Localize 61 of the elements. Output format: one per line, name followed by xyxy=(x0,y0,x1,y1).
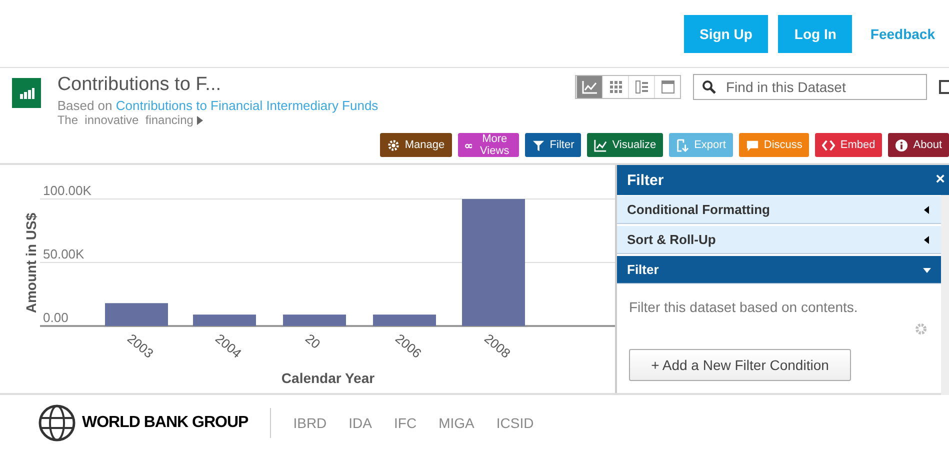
footer-link[interactable]: IFC xyxy=(394,415,417,431)
action-button[interactable]: Visualize xyxy=(587,133,664,157)
grid-icon xyxy=(608,80,624,94)
caret-icon xyxy=(923,206,931,214)
bar xyxy=(193,314,256,326)
search-field[interactable]: Find in this Dataset xyxy=(693,74,927,100)
axis-title: Amount in US$ xyxy=(23,212,39,314)
bar xyxy=(105,303,168,326)
accordion-section[interactable]: Sort & Roll-Up xyxy=(617,226,941,254)
action-button[interactable]: Discuss xyxy=(738,133,810,157)
chart-icon xyxy=(582,80,598,94)
bar xyxy=(373,314,436,326)
bar xyxy=(283,314,346,326)
globe-logo-icon xyxy=(38,404,76,442)
brand-name: WORLD BANK GROUP xyxy=(82,414,248,432)
filter-hint: Filter this dataset based on contents. xyxy=(629,299,859,315)
action-button[interactable]: Embed xyxy=(815,133,882,157)
dataset-description: The innovative financing xyxy=(57,113,194,127)
gear-icon xyxy=(386,138,400,152)
caret-icon xyxy=(923,266,931,274)
panel-title: Filter xyxy=(627,172,664,188)
chart-icon xyxy=(594,138,608,152)
accordion-section[interactable]: Conditional Formatting xyxy=(617,196,941,224)
caret-icon xyxy=(923,236,931,244)
window-icon[interactable] xyxy=(939,80,949,94)
code-icon xyxy=(822,138,836,152)
gear-icon[interactable] xyxy=(915,323,927,335)
footer-link[interactable]: IDA xyxy=(348,415,372,431)
action-button[interactable]: Export xyxy=(669,133,733,157)
dataset-title: Contributions to F... xyxy=(57,74,222,96)
feedback-link[interactable]: Feedback xyxy=(870,26,935,42)
view-mode-button[interactable] xyxy=(576,76,602,98)
export-icon xyxy=(676,138,690,152)
accordion-section[interactable]: Filter xyxy=(617,256,941,284)
axis-title: Calendar Year xyxy=(281,370,375,386)
scrollbar[interactable] xyxy=(941,195,949,395)
dataset-logo-icon xyxy=(12,78,42,108)
action-button[interactable]: More Views xyxy=(458,133,519,157)
footer-link[interactable]: ICSID xyxy=(496,415,534,431)
action-button[interactable]: Manage xyxy=(380,133,452,157)
info-icon xyxy=(895,138,908,152)
axis-tick-label: 20 xyxy=(302,330,324,352)
sign-up-button[interactable]: Sign Up xyxy=(684,14,768,52)
action-button[interactable]: Filter xyxy=(524,133,582,157)
close-button[interactable]: × xyxy=(936,171,945,189)
dataset-link[interactable]: Contributions to Financial Intermediary Funds xyxy=(116,98,378,113)
filter-icon xyxy=(532,138,545,152)
footer-link[interactable]: IBRD xyxy=(293,415,327,431)
based-on-label: Based on xyxy=(57,98,112,113)
expand-icon[interactable] xyxy=(197,116,204,124)
axis-tick-label: 50.00K xyxy=(43,246,84,262)
speech-bubble-icon xyxy=(746,138,759,152)
add-filter-button[interactable]: + Add a New Filter Condition xyxy=(629,349,851,381)
axis-tick-label: 100.00K xyxy=(43,183,92,198)
list-icon xyxy=(634,80,650,94)
axis-tick-label: 0.00 xyxy=(43,310,68,325)
search-icon xyxy=(702,80,716,94)
page-icon xyxy=(660,80,676,94)
footer-link[interactable]: MIGA xyxy=(438,415,474,431)
log-in-button[interactable]: Log In xyxy=(778,14,852,52)
action-button[interactable]: About xyxy=(888,133,949,157)
